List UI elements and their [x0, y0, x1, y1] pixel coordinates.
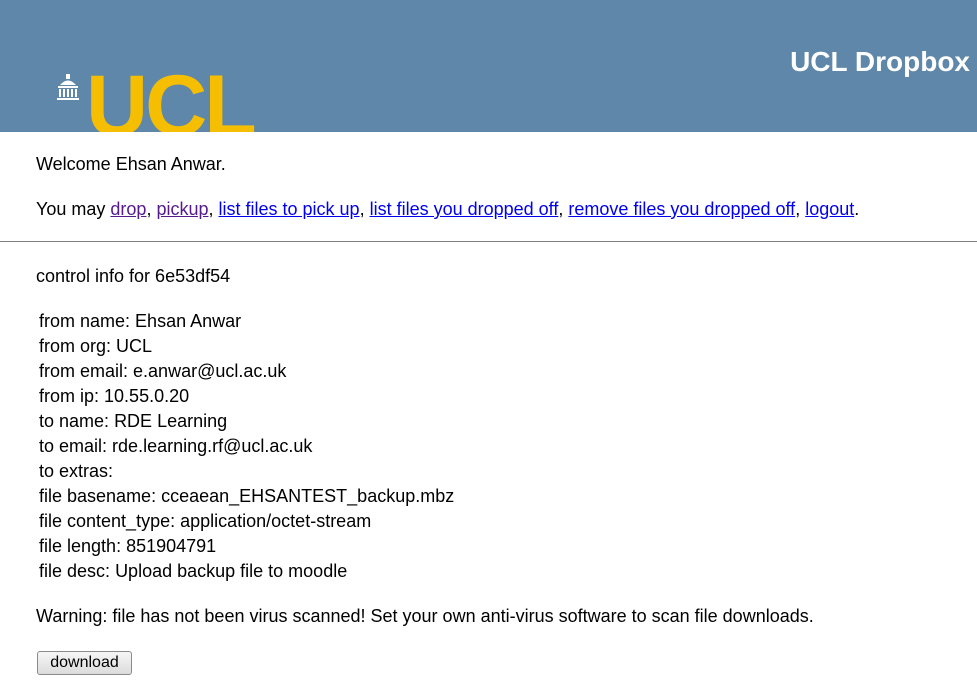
info-label: file content_type — [39, 511, 171, 531]
list-pickup-files-link[interactable]: list files to pick up — [219, 199, 360, 219]
info-row: file content_type: application/octet-str… — [39, 511, 372, 531]
info-label: from org — [39, 336, 107, 356]
info-value: e.anwar@ucl.ac.uk — [133, 361, 287, 381]
info-label: to extras — [39, 461, 109, 481]
info-value: 10.55.0.20 — [104, 386, 190, 406]
welcome-message: Welcome Ehsan Anwar. — [36, 152, 226, 176]
info-value: UCL — [116, 336, 153, 356]
ucl-logo: UCL — [56, 66, 276, 132]
info-label: file length — [39, 536, 117, 556]
info-label: to email — [39, 436, 103, 456]
info-row: to extras: — [39, 461, 114, 481]
info-label: file desc — [39, 561, 106, 581]
divider — [0, 241, 977, 242]
info-row: to email: rde.learning.rf@ucl.ac.uk — [39, 436, 313, 456]
download-button[interactable]: download — [37, 651, 132, 675]
list-dropped-files-link[interactable]: list files you dropped off — [370, 199, 559, 219]
remove-dropped-files-link[interactable]: remove files you dropped off — [568, 199, 795, 219]
info-label: to name — [39, 411, 105, 431]
info-value: Upload backup file to moodle — [115, 561, 348, 581]
logout-link[interactable]: logout — [805, 199, 854, 219]
info-row: from ip: 10.55.0.20 — [39, 386, 190, 406]
info-label: file basename — [39, 486, 152, 506]
welcome-user-name: Ehsan Anwar — [115, 154, 221, 174]
site-title: UCL Dropbox — [790, 46, 970, 77]
info-row: from name: Ehsan Anwar — [39, 311, 242, 331]
info-row: from email: e.anwar@ucl.ac.uk — [39, 361, 287, 381]
action-nav: You may drop, pickup, list files to pick… — [36, 199, 860, 219]
nav-intro: You may — [36, 199, 106, 219]
info-value: rde.learning.rf@ucl.ac.uk — [112, 436, 313, 456]
info-label: from name — [39, 311, 126, 331]
info-value: application/octet-stream — [180, 511, 372, 531]
welcome-suffix: . — [220, 154, 226, 174]
info-label: from email — [39, 361, 124, 381]
info-row: file length: 851904791 — [39, 536, 217, 556]
control-info-title: control info for 6e53df54 — [36, 266, 231, 286]
ucl-portico-icon — [57, 74, 79, 100]
control-info-list: from name: Ehsan Anwar from org: UCL from … — [39, 309, 454, 584]
info-value: cceaean_EHSANTEST_backup.mbz — [161, 486, 455, 506]
info-label: from ip — [39, 386, 95, 406]
pickup-link[interactable]: pickup — [156, 199, 208, 219]
info-row: file desc: Upload backup file to moodle — [39, 561, 348, 581]
info-row: to name: RDE Learning — [39, 411, 228, 431]
drop-link[interactable]: drop — [110, 199, 146, 219]
info-value: RDE Learning — [114, 411, 228, 431]
welcome-prefix: Welcome — [36, 154, 111, 174]
virus-warning: Warning: file has not been virus scanned… — [36, 606, 814, 626]
ucl-logo-text: UCL — [86, 66, 257, 132]
info-row: file basename: cceaean_EHSANTEST_backup.… — [39, 486, 455, 506]
info-value: 851904791 — [126, 536, 217, 556]
info-value: Ehsan Anwar — [135, 311, 242, 331]
header-banner: UCL UCL Dropbox — [0, 0, 977, 132]
info-row: from org: UCL — [39, 336, 153, 356]
